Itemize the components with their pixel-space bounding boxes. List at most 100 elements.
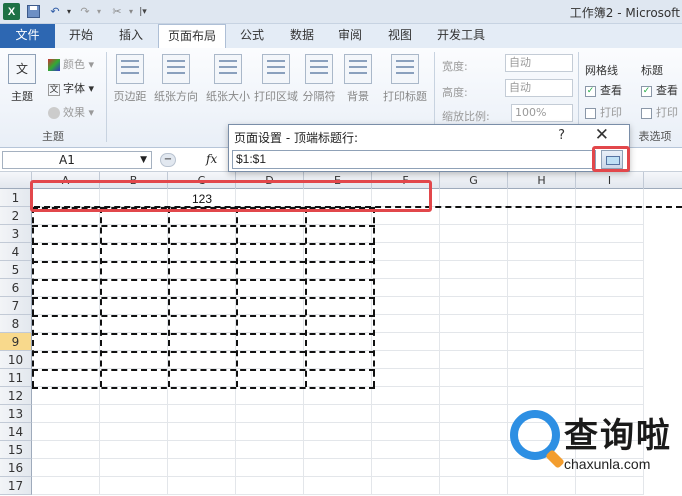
name-box[interactable]: A1 ▼ bbox=[2, 151, 152, 169]
cell[interactable] bbox=[440, 387, 508, 405]
margins-button[interactable]: 页边距 bbox=[108, 54, 152, 104]
cell[interactable] bbox=[372, 243, 440, 261]
customize-tool-icon[interactable]: ✂ bbox=[108, 3, 126, 20]
cell[interactable] bbox=[508, 279, 576, 297]
cell[interactable] bbox=[32, 459, 100, 477]
cell[interactable] bbox=[168, 243, 236, 261]
cell[interactable] bbox=[372, 423, 440, 441]
cell[interactable] bbox=[100, 423, 168, 441]
cell[interactable] bbox=[508, 297, 576, 315]
cell[interactable] bbox=[372, 315, 440, 333]
row-header-11[interactable]: 11 bbox=[0, 369, 32, 387]
cell[interactable] bbox=[32, 297, 100, 315]
cell[interactable] bbox=[100, 261, 168, 279]
cell[interactable] bbox=[372, 459, 440, 477]
cell[interactable] bbox=[576, 297, 644, 315]
column-header-g[interactable]: G bbox=[440, 172, 508, 189]
cell[interactable] bbox=[576, 243, 644, 261]
row-header-4[interactable]: 4 bbox=[0, 243, 32, 261]
theme-fonts-button[interactable]: 文字体 ▾ bbox=[48, 80, 94, 96]
tab-review[interactable]: 审阅 bbox=[328, 24, 372, 48]
cell[interactable] bbox=[372, 333, 440, 351]
cell[interactable] bbox=[100, 441, 168, 459]
cell[interactable] bbox=[508, 189, 576, 207]
cell[interactable] bbox=[236, 441, 304, 459]
cell[interactable] bbox=[576, 189, 644, 207]
cell[interactable] bbox=[440, 225, 508, 243]
cell[interactable] bbox=[168, 423, 236, 441]
cell[interactable] bbox=[304, 315, 372, 333]
cell[interactable] bbox=[32, 477, 100, 495]
cell[interactable] bbox=[304, 243, 372, 261]
themes-button[interactable]: 文 主题 bbox=[6, 54, 38, 104]
chevron-down-icon[interactable]: ▼ bbox=[140, 152, 147, 168]
cell[interactable] bbox=[100, 243, 168, 261]
cell[interactable] bbox=[100, 369, 168, 387]
row-header-14[interactable]: 14 bbox=[0, 423, 32, 441]
cell[interactable] bbox=[440, 351, 508, 369]
row-header-13[interactable]: 13 bbox=[0, 405, 32, 423]
redo-dropdown-icon[interactable]: ▾ bbox=[94, 3, 104, 20]
cell[interactable] bbox=[236, 297, 304, 315]
row-header-6[interactable]: 6 bbox=[0, 279, 32, 297]
cell[interactable] bbox=[440, 477, 508, 495]
cell[interactable] bbox=[100, 297, 168, 315]
cell[interactable] bbox=[100, 351, 168, 369]
cell[interactable] bbox=[168, 261, 236, 279]
cell[interactable] bbox=[372, 441, 440, 459]
cell[interactable] bbox=[100, 315, 168, 333]
tab-file[interactable]: 文件 bbox=[0, 24, 55, 48]
cell[interactable] bbox=[372, 477, 440, 495]
cell[interactable] bbox=[304, 423, 372, 441]
cell[interactable] bbox=[372, 297, 440, 315]
cell[interactable] bbox=[508, 387, 576, 405]
tab-page-layout[interactable]: 页面布局 bbox=[158, 24, 226, 49]
cell[interactable] bbox=[372, 261, 440, 279]
column-header-i[interactable]: I bbox=[576, 172, 644, 189]
cell[interactable] bbox=[372, 279, 440, 297]
cell[interactable] bbox=[440, 333, 508, 351]
cell[interactable] bbox=[32, 369, 100, 387]
tab-insert[interactable]: 插入 bbox=[108, 24, 154, 48]
theme-colors-button[interactable]: 颜色 ▾ bbox=[48, 56, 94, 72]
row-header-7[interactable]: 7 bbox=[0, 297, 32, 315]
select-all-corner[interactable] bbox=[0, 172, 32, 189]
cell[interactable] bbox=[168, 315, 236, 333]
cell[interactable] bbox=[32, 261, 100, 279]
cell[interactable] bbox=[168, 351, 236, 369]
background-button[interactable]: 背景 bbox=[342, 54, 374, 104]
cell[interactable] bbox=[304, 441, 372, 459]
quick-access-menu-icon[interactable]: |▾ bbox=[138, 3, 148, 20]
cell[interactable] bbox=[440, 207, 508, 225]
cell[interactable] bbox=[440, 189, 508, 207]
tab-data[interactable]: 数据 bbox=[280, 24, 324, 48]
cell[interactable] bbox=[304, 459, 372, 477]
tab-developer[interactable]: 开发工具 bbox=[428, 24, 494, 48]
cell[interactable] bbox=[372, 369, 440, 387]
cell[interactable] bbox=[236, 315, 304, 333]
tab-home[interactable]: 开始 bbox=[58, 24, 104, 48]
tab-formulas[interactable]: 公式 bbox=[230, 24, 274, 48]
cell[interactable] bbox=[440, 279, 508, 297]
cell[interactable] bbox=[576, 207, 644, 225]
cell[interactable] bbox=[304, 387, 372, 405]
cell[interactable] bbox=[372, 225, 440, 243]
cell[interactable] bbox=[100, 279, 168, 297]
row-header-5[interactable]: 5 bbox=[0, 261, 32, 279]
redo-icon[interactable]: ↷ bbox=[76, 3, 94, 20]
insert-function-icon[interactable]: fx bbox=[206, 152, 217, 166]
cell[interactable] bbox=[508, 261, 576, 279]
row-header-2[interactable]: 2 bbox=[0, 207, 32, 225]
cell[interactable] bbox=[576, 315, 644, 333]
scale-input[interactable]: 100% bbox=[511, 104, 573, 122]
row-header-17[interactable]: 17 bbox=[0, 477, 32, 495]
cell[interactable] bbox=[576, 261, 644, 279]
cell[interactable] bbox=[440, 423, 508, 441]
cell[interactable] bbox=[304, 333, 372, 351]
cell[interactable] bbox=[236, 351, 304, 369]
undo-dropdown-icon[interactable]: ▾ bbox=[64, 3, 74, 20]
headings-view-checkbox[interactable]: ✓ 查看 bbox=[641, 82, 678, 98]
cell[interactable] bbox=[236, 243, 304, 261]
cell[interactable] bbox=[236, 261, 304, 279]
cell[interactable] bbox=[32, 387, 100, 405]
